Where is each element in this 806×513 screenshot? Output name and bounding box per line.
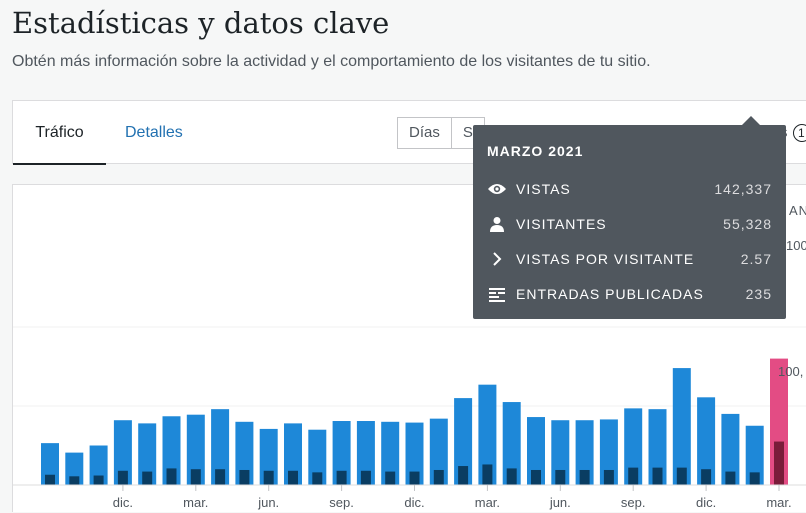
- visitors-bar: [263, 470, 274, 485]
- x-tick-label: mar.: [766, 495, 791, 510]
- tooltip-label: VISITANTES: [516, 216, 607, 232]
- y-tick-label: 100,: [778, 364, 804, 379]
- period-selector: Días S: [397, 117, 485, 149]
- x-tick-label: mar.: [183, 495, 208, 510]
- eye-icon: [487, 179, 507, 199]
- x-tick-label: jun.: [549, 495, 571, 510]
- visitors-bar: [482, 464, 493, 485]
- legend-badge: 1: [789, 124, 806, 144]
- tooltip-value: 2.57: [740, 251, 772, 267]
- visitors-bar: [555, 469, 566, 485]
- visitors-bar: [288, 470, 298, 485]
- visitors-bar: [458, 466, 469, 485]
- visitors-bar: [312, 472, 323, 485]
- visitors-bar: [676, 467, 687, 485]
- visitors-bar: [603, 469, 614, 485]
- x-tick-label: mar.: [475, 495, 500, 510]
- tab-details[interactable]: Detalles: [125, 101, 183, 163]
- tooltip-row-views-per-visitor: VISTAS POR VISITANTE 2.57: [487, 248, 772, 270]
- x-tick-label: sep.: [621, 495, 646, 510]
- tooltip-row-visitors: VISITANTES 55,328: [487, 213, 772, 235]
- tooltip-title: MARZO 2021: [487, 143, 584, 159]
- visitors-bar: [701, 469, 712, 485]
- visitors-bar: [166, 468, 177, 485]
- period-days-button[interactable]: Días: [397, 117, 452, 149]
- visitors-bar: [409, 471, 420, 485]
- visitors-bar: [69, 476, 80, 485]
- tooltip-value: 55,328: [723, 216, 772, 232]
- x-tick-label: dic.: [113, 495, 133, 510]
- tooltip-label: VISTAS: [516, 181, 571, 197]
- y-tick-label: 100,: [786, 238, 806, 253]
- visitors-bar: [628, 467, 639, 485]
- x-tick-label: dic.: [696, 495, 716, 510]
- visitors-bar: [506, 468, 517, 485]
- visitors-bar: [725, 471, 736, 485]
- tooltip-value: 235: [745, 286, 772, 302]
- visitors-bar: [215, 469, 226, 485]
- visitors-bar: [117, 470, 128, 485]
- visitors-bar: [45, 474, 55, 485]
- tooltip-row-posts: ENTRADAS PUBLICADAS 235: [487, 283, 772, 305]
- axis-label-fragment: ANT: [789, 203, 806, 218]
- visitors-bar: [360, 470, 371, 485]
- visitors-bar: [774, 441, 784, 485]
- x-tick-label: jun.: [257, 495, 279, 510]
- posts-icon: [487, 284, 507, 304]
- views-bar[interactable]: [672, 368, 691, 485]
- visitors-bar: [579, 469, 590, 485]
- tooltip-label: VISTAS POR VISITANTE: [516, 251, 695, 267]
- tooltip-row-views: VISTAS 142,337: [487, 178, 772, 200]
- visitors-bar: [433, 469, 444, 485]
- visitors-bar: [385, 471, 396, 485]
- x-tick-label: sep.: [329, 495, 354, 510]
- person-icon: [487, 214, 507, 234]
- tab-traffic[interactable]: Tráfico: [13, 101, 106, 165]
- chart-tooltip: MARZO 2021 VISTAS 142,337 VISITANTES 55,…: [473, 116, 786, 319]
- tooltip-label: ENTRADAS PUBLICADAS: [516, 286, 704, 302]
- visitors-bar: [336, 470, 347, 485]
- tooltip-value: 142,337: [714, 181, 772, 197]
- visitors-bar: [93, 475, 104, 485]
- visitors-bar: [531, 469, 541, 485]
- visitors-bar: [652, 467, 663, 485]
- visitors-bar: [749, 472, 760, 485]
- page-subtitle: Obtén más información sobre la actividad…: [12, 53, 651, 70]
- visitors-bar: [190, 469, 201, 485]
- x-tick-label: dic.: [404, 495, 424, 510]
- visitors-bar: [239, 469, 250, 485]
- chevron-right-icon: [487, 249, 507, 269]
- page-title: Estadísticas y datos clave: [12, 6, 390, 40]
- visitors-bar: [142, 471, 153, 485]
